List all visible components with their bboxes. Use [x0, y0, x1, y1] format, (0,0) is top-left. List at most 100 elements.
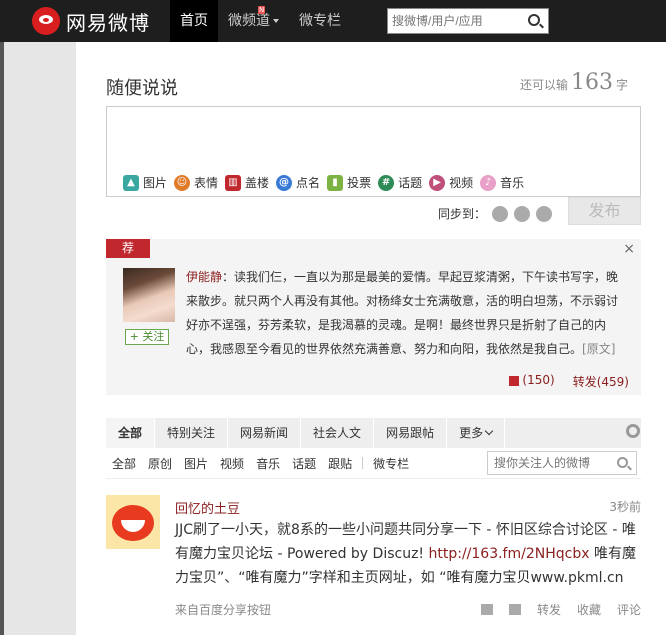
- recommend-badge: 荐: [106, 239, 150, 258]
- subtab-comments[interactable]: 跟贴: [322, 455, 358, 472]
- nav-column-label: 微专栏: [299, 13, 341, 29]
- global-search-input[interactable]: [388, 9, 518, 33]
- close-icon[interactable]: ×: [623, 241, 635, 257]
- tool-image[interactable]: ▲ 图片: [123, 174, 167, 191]
- recommended-body: ：读我们仨，一直以为那是最美的爱情。早起豆浆清粥，下午读书写字，晚来散步。就只两…: [186, 270, 619, 356]
- tool-topic-label: 话题: [398, 176, 423, 190]
- search-icon[interactable]: [528, 14, 540, 26]
- divider: [362, 457, 364, 469]
- brand-logo[interactable]: 网易微博: [32, 6, 150, 36]
- left-strip: [0, 42, 4, 635]
- nav-home[interactable]: 首页: [170, 0, 218, 42]
- avatar[interactable]: [123, 268, 175, 322]
- remaining-count: 163: [570, 70, 613, 95]
- image-icon: ▲: [123, 174, 139, 191]
- avatar[interactable]: [106, 495, 160, 549]
- vote-icon: ▮: [327, 174, 344, 191]
- tool-emoji-label: 表情: [194, 176, 219, 190]
- tool-emoji[interactable]: ☺ 表情: [174, 174, 218, 191]
- post-username[interactable]: 回忆的土豆: [175, 498, 240, 517]
- repost-count: (459): [596, 375, 629, 389]
- hashtag-icon: #: [378, 174, 395, 191]
- remaining-char-counter: 还可以输 163 字: [520, 70, 628, 95]
- netease-logo-icon: [32, 7, 60, 35]
- follow-button[interactable]: + 关注: [125, 329, 169, 345]
- gear-icon[interactable]: [626, 424, 640, 438]
- subtab-all[interactable]: 全部: [106, 454, 143, 472]
- comment-button[interactable]: 评论: [617, 601, 641, 618]
- recommended-text: 伊能静：读我们仨，一直以为那是最美的爱情。早起豆浆清粥，下午读书写字，晚来散步。…: [186, 265, 626, 361]
- composer-toolbar: ▲ 图片 ☺ 表情 ▥ 盖楼 @ 点名 ▮ 投票 # 话题 ▶ 视频 ♪ 音乐: [123, 174, 524, 191]
- tab-all[interactable]: 全部: [106, 418, 156, 448]
- remaining-suffix: 字: [615, 78, 628, 92]
- subtab-topic[interactable]: 话题: [286, 455, 322, 472]
- publish-button[interactable]: 发布: [568, 197, 641, 225]
- follow-search-input[interactable]: [488, 452, 608, 474]
- post-actions: 转发 收藏 评论: [480, 601, 641, 618]
- tab-netease-comments[interactable]: 网易跟帖: [374, 418, 448, 448]
- like-button[interactable]: (150): [509, 373, 555, 390]
- chevron-down-icon: [484, 426, 494, 436]
- subtab-column[interactable]: 微专栏: [367, 455, 415, 472]
- feed-tabs: 全部 特别关注 网易新闻 社会人文 网易跟帖 更多: [106, 418, 641, 448]
- nav-home-label: 首页: [180, 13, 208, 29]
- chevron-down-icon: [273, 19, 279, 23]
- subtab-original[interactable]: 原创: [142, 455, 178, 472]
- building-icon: ▥: [225, 174, 242, 191]
- nav-channel-label: 微频道: [228, 13, 270, 29]
- nav-channel[interactable]: 微频道 N: [218, 0, 289, 42]
- music-icon: ♪: [480, 174, 497, 191]
- repost-label: 转发: [572, 375, 597, 389]
- search-icon[interactable]: [617, 457, 628, 468]
- thumbs-up-icon: [509, 375, 520, 386]
- renren-icon[interactable]: [514, 205, 531, 222]
- at-icon: @: [276, 174, 293, 191]
- tool-vote[interactable]: ▮ 投票: [327, 174, 371, 191]
- composer-title: 随便说说: [106, 78, 178, 99]
- post-link[interactable]: http://163.fm/2NHqcbx: [429, 546, 590, 562]
- tool-image-label: 图片: [143, 176, 168, 190]
- subtab-video[interactable]: 视频: [214, 455, 250, 472]
- tool-mention[interactable]: @ 点名: [276, 174, 320, 191]
- top-navigation-bar: 网易微博 首页 微频道 N 微专栏: [0, 0, 666, 42]
- repost-button[interactable]: 转发: [537, 601, 561, 618]
- sync-label: 同步到：: [438, 207, 487, 221]
- subtab-image[interactable]: 图片: [178, 455, 214, 472]
- favorite-button[interactable]: 收藏: [577, 601, 601, 618]
- tab-more-label: 更多: [459, 426, 484, 440]
- main-nav: 首页 微频道 N 微专栏: [170, 0, 351, 42]
- global-search: [387, 8, 549, 34]
- tool-topic[interactable]: # 话题: [378, 174, 422, 191]
- tab-more[interactable]: 更多: [447, 418, 506, 448]
- original-link[interactable]: [原文]: [582, 342, 615, 356]
- tool-video[interactable]: ▶ 视频: [429, 174, 473, 191]
- post-editor[interactable]: ▲ 图片 ☺ 表情 ▥ 盖楼 @ 点名 ▮ 投票 # 话题 ▶ 视频 ♪ 音乐: [106, 106, 641, 197]
- thumbs-up-icon[interactable]: [480, 604, 493, 615]
- post-footer: 来自百度分享按钮 转发 收藏 评论: [175, 601, 641, 618]
- tab-special[interactable]: 特别关注: [155, 418, 229, 448]
- follow-search: [487, 451, 637, 475]
- remaining-prefix: 还可以输: [519, 78, 568, 92]
- post-body: JJC刷了一小天，就8系的一些小问题共同分享一下 - 怀旧区综合讨论区 - 唯有…: [175, 518, 641, 590]
- tool-building[interactable]: ▥ 盖楼: [225, 174, 269, 191]
- tool-mention-label: 点名: [296, 176, 321, 190]
- brand-name: 网易微博: [66, 10, 150, 35]
- recommended-username[interactable]: 伊能静: [186, 270, 222, 284]
- tab-netease-news[interactable]: 网易新闻: [228, 418, 302, 448]
- tool-music[interactable]: ♪ 音乐: [480, 174, 524, 191]
- tool-vote-label: 投票: [347, 176, 372, 190]
- like-count: (150): [522, 373, 555, 387]
- sina-weibo-icon[interactable]: [492, 205, 509, 222]
- recommended-post: 荐 × + 关注 伊能静：读我们仨，一直以为那是最美的爱情。早起豆浆清粥，下午读…: [106, 239, 641, 395]
- feed-subtabs: 全部 原创 图片 视频 音乐 话题 跟贴 微专栏: [106, 448, 641, 479]
- post-time[interactable]: 3秒前: [609, 498, 641, 515]
- repost-button[interactable]: 转发(459): [573, 373, 629, 390]
- subtab-music[interactable]: 音乐: [250, 455, 286, 472]
- nav-column[interactable]: 微专栏: [289, 0, 351, 42]
- recommended-stats: (150) 转发(459): [509, 373, 629, 390]
- post-source[interactable]: 来自百度分享按钮: [175, 601, 271, 618]
- thumbs-down-icon[interactable]: [508, 604, 521, 615]
- tool-video-label: 视频: [449, 176, 474, 190]
- qq-weibo-icon[interactable]: [536, 205, 553, 222]
- tab-society[interactable]: 社会人文: [301, 418, 375, 448]
